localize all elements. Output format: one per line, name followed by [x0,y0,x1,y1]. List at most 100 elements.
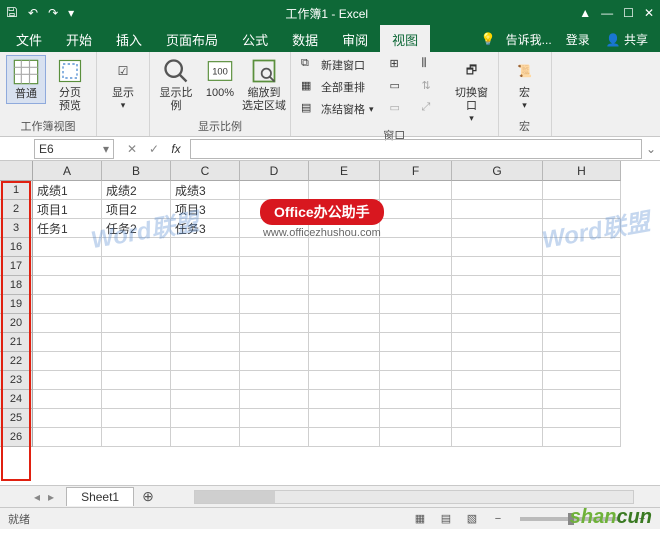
minimize-icon[interactable]: — [601,6,613,20]
cell[interactable] [543,371,621,390]
split-button[interactable]: ⊞ [386,55,410,75]
cell[interactable] [543,200,621,219]
sync-scroll-button[interactable]: ⇅ [418,77,442,97]
cell[interactable] [171,295,240,314]
col-header-A[interactable]: A [33,161,102,181]
qat-dropdown-icon[interactable]: ▾ [68,6,74,20]
cell[interactable] [240,257,309,276]
cell[interactable] [309,390,380,409]
zoom-selection-button[interactable]: 缩放到 选定区域 [244,55,284,115]
cell[interactable] [380,276,452,295]
cell[interactable] [240,295,309,314]
cell[interactable] [543,333,621,352]
sheet-tab-active[interactable]: Sheet1 [66,487,134,506]
col-header-F[interactable]: F [380,161,452,181]
cell[interactable] [380,352,452,371]
cell[interactable] [309,200,380,219]
cell[interactable] [102,352,171,371]
row-header[interactable]: 24 [0,390,33,409]
close-icon[interactable]: ✕ [644,6,654,20]
cell[interactable] [33,295,102,314]
cell[interactable] [102,390,171,409]
cell[interactable]: 成绩2 [102,181,171,200]
cell[interactable] [309,181,380,200]
cell[interactable] [171,276,240,295]
undo-icon[interactable]: ↶ [28,6,38,20]
expand-formula-icon[interactable]: ⌄ [646,142,656,156]
cell[interactable] [543,257,621,276]
cell[interactable] [240,238,309,257]
view-pagebreak-button[interactable]: 分页 预览 [50,55,90,115]
menu-tellme[interactable]: 告诉我... [500,26,558,53]
cell[interactable] [452,276,543,295]
cell[interactable] [102,409,171,428]
row-header[interactable]: 23 [0,371,33,390]
cell[interactable]: 任务1 [33,219,102,238]
row-header[interactable]: 20 [0,314,33,333]
cell[interactable] [33,314,102,333]
switch-window-button[interactable]: 🗗 切换窗口 ▾ [452,55,492,126]
row-header[interactable]: 18 [0,276,33,295]
cell[interactable] [171,428,240,447]
cell[interactable] [380,295,452,314]
cell[interactable] [380,200,452,219]
redo-icon[interactable]: ↷ [48,6,58,20]
zoom-thumb[interactable] [568,513,574,525]
cell[interactable] [380,371,452,390]
cell[interactable] [33,276,102,295]
cell[interactable] [171,238,240,257]
row-header[interactable]: 2 [0,200,33,219]
save-icon[interactable] [6,6,18,21]
menu-data[interactable]: 数据 [280,25,330,54]
cell[interactable] [309,295,380,314]
zoom-in-icon[interactable]: + [632,511,652,527]
cell[interactable] [543,428,621,447]
cell[interactable] [33,333,102,352]
cell[interactable] [452,333,543,352]
cell[interactable] [171,314,240,333]
cell[interactable]: 成绩1 [33,181,102,200]
unhide-button[interactable]: ▭ [386,99,410,119]
cell[interactable] [309,276,380,295]
cell[interactable] [452,257,543,276]
cell[interactable] [33,238,102,257]
cell[interactable] [171,371,240,390]
zoom-slider[interactable] [520,517,620,521]
cell[interactable] [452,295,543,314]
side-by-side-button[interactable]: ⫼ [418,55,442,75]
menu-insert[interactable]: 插入 [104,25,154,54]
cell[interactable] [309,333,380,352]
cell[interactable] [309,371,380,390]
cell[interactable] [452,238,543,257]
menu-page-layout[interactable]: 页面布局 [154,25,230,54]
cell[interactable] [452,181,543,200]
row-header[interactable]: 21 [0,333,33,352]
cell[interactable] [452,314,543,333]
cell[interactable] [33,428,102,447]
cell[interactable] [380,428,452,447]
cell[interactable] [309,352,380,371]
menu-login[interactable]: 登录 [558,26,598,53]
cell[interactable] [543,390,621,409]
row-header[interactable]: 19 [0,295,33,314]
cell[interactable] [543,314,621,333]
cell[interactable] [309,314,380,333]
cell[interactable] [102,295,171,314]
hide-button[interactable]: ▭ [386,77,410,97]
show-button[interactable]: ☑ 显示 ▾ [103,55,143,113]
cell[interactable]: 项目3 [171,200,240,219]
row-header[interactable]: 25 [0,409,33,428]
cell[interactable] [543,352,621,371]
cell[interactable] [240,276,309,295]
add-sheet-button[interactable]: ⊕ [142,488,154,505]
zoom-out-icon[interactable]: − [488,511,508,527]
cell[interactable] [452,219,543,238]
cell[interactable] [102,314,171,333]
col-header-G[interactable]: G [452,161,543,181]
cell[interactable] [33,390,102,409]
col-header-D[interactable]: D [240,161,309,181]
cell[interactable] [33,409,102,428]
reset-pos-button[interactable]: ⤢ [418,99,442,119]
cell[interactable] [380,409,452,428]
cell[interactable] [380,238,452,257]
